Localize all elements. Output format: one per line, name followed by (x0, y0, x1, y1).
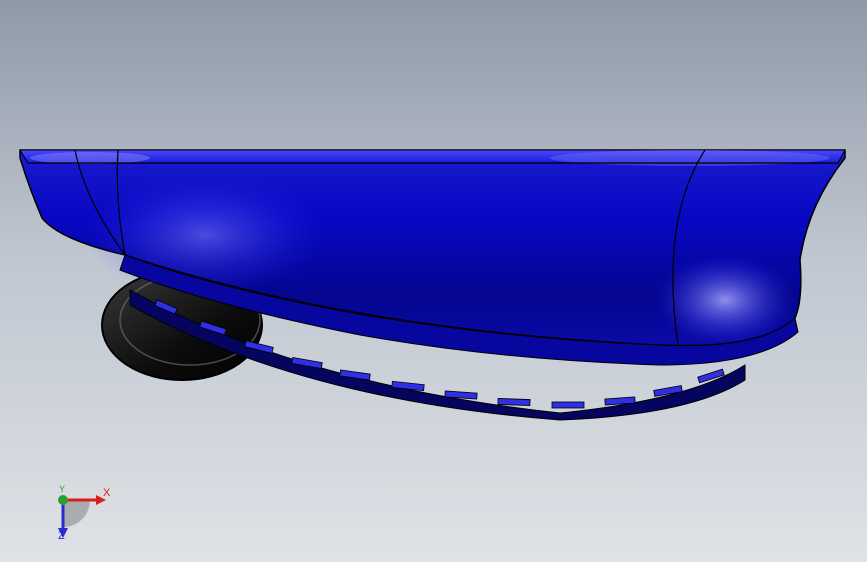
boat-hull-model[interactable] (0, 0, 867, 562)
y-axis-dot (58, 495, 68, 505)
y-axis-label: Y (59, 484, 66, 494)
x-axis-label: X (103, 487, 111, 499)
axis-triad: X Y Z (40, 480, 130, 550)
z-axis-label: Z (58, 530, 65, 542)
graphics-viewport[interactable]: X Y Z (0, 0, 867, 562)
